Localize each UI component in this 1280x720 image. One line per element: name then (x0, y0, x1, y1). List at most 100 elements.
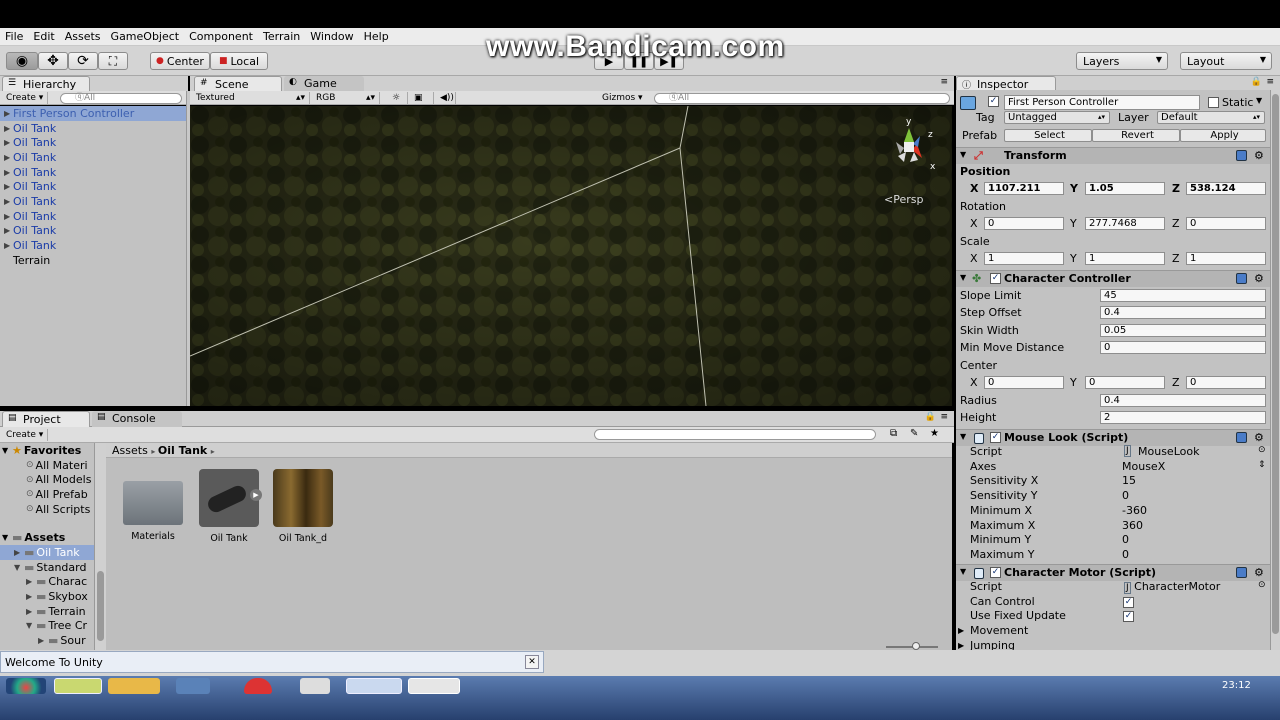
pivot-center-button[interactable]: ● Center (150, 52, 210, 70)
hierarchy-item-oil-tank[interactable]: ▶ Oil Tank (0, 135, 186, 150)
scale-z-field[interactable]: 1 (1186, 252, 1266, 265)
taskbar-app-icon[interactable] (54, 678, 102, 694)
menu-help[interactable]: Help (359, 30, 394, 43)
script-field[interactable]: J CharacterMotor (1124, 580, 1220, 594)
help-book-icon[interactable] (1236, 273, 1247, 284)
hierarchy-item-oil-tank[interactable]: ▶ Oil Tank (0, 150, 186, 165)
tab-scene[interactable]: # Scene (194, 76, 282, 92)
object-name-field[interactable]: First Person Controller (1004, 95, 1200, 110)
asset-oil-tank-texture[interactable]: Oil Tank_d (267, 469, 339, 544)
project-create-button[interactable]: Create ▾ (2, 429, 49, 441)
character-controller-enabled-checkbox[interactable]: ✓ (990, 273, 1001, 284)
menu-component[interactable]: Component (184, 30, 258, 43)
expand-arrow-icon[interactable]: ▼ (14, 563, 24, 572)
scene-search-input[interactable]: ⓠAll (654, 93, 950, 104)
character-motor-header[interactable]: ▼ ✓ Character Motor (Script) ⚙ (956, 564, 1270, 581)
prefab-apply-button[interactable]: Apply (1180, 129, 1266, 142)
expand-arrow-icon[interactable]: ▶ (4, 168, 13, 177)
tab-hierarchy[interactable]: ☰ Hierarchy (2, 76, 90, 92)
local-space-button[interactable]: ■ Local (210, 52, 268, 70)
hierarchy-item-terrain[interactable]: Terrain (0, 253, 186, 268)
image-toggle[interactable]: ▣ (410, 92, 434, 104)
hierarchy-item-first-person-controller[interactable]: ▶ First Person Controller (0, 106, 186, 121)
expand-arrow-icon[interactable]: ▶ (26, 577, 36, 586)
hierarchy-item-oil-tank[interactable]: ▶ Oil Tank (0, 165, 186, 180)
hierarchy-item-oil-tank[interactable]: ▶ Oil Tank (0, 194, 186, 209)
transform-header[interactable]: ▼ ⤢ Transform ⚙ (956, 147, 1270, 164)
component-gear-icon[interactable]: ⚙ (1254, 431, 1264, 444)
help-book-icon[interactable] (1236, 150, 1247, 161)
asset-tree-item[interactable]: ▶ ▬ Terrain (0, 604, 94, 619)
component-gear-icon[interactable]: ⚙ (1254, 566, 1264, 579)
panel-menu-icon[interactable]: ≡ (1266, 77, 1274, 87)
hierarchy-item-oil-tank[interactable]: ▶ Oil Tank (0, 179, 186, 194)
expand-arrow-icon[interactable]: ▶ (250, 489, 262, 501)
asset-tree-item[interactable]: ▶ ▬ Sour (0, 633, 94, 648)
asset-tree-item[interactable]: ▶ ▬ Skybox (0, 589, 94, 604)
object-picker-icon[interactable]: ⊙ (1258, 580, 1266, 590)
scale-x-field[interactable]: 1 (984, 252, 1064, 265)
asset-tree-item[interactable]: ▶ ▬ Oil Tank (0, 545, 94, 560)
rotation-y-field[interactable]: 277.7468 (1085, 217, 1165, 230)
skin-width-field[interactable]: 0.05 (1100, 324, 1266, 337)
position-x-field[interactable]: 1107.211 (984, 182, 1064, 195)
radius-field[interactable]: 0.4 (1100, 394, 1266, 407)
close-icon[interactable]: ✕ (525, 655, 539, 669)
welcome-window[interactable]: Welcome To Unity ✕ (0, 651, 544, 673)
favorites-item[interactable]: ⊙ All Prefab (0, 487, 94, 502)
movement-foldout[interactable]: ▶ Movement (956, 624, 1270, 639)
menu-edit[interactable]: Edit (28, 30, 59, 43)
position-z-field[interactable]: 538.124 (1186, 182, 1266, 195)
expand-arrow-icon[interactable]: ▶ (4, 138, 13, 147)
favorites-item[interactable]: ⊙ All Models (0, 472, 94, 487)
taskbar-document-icon[interactable] (300, 678, 330, 694)
perspective-label[interactable]: <Persp (884, 193, 923, 206)
lighting-toggle[interactable]: ☼ (388, 92, 408, 104)
gizmos-dropdown[interactable]: Gizmos ▾ (598, 92, 648, 104)
breadcrumb-oil-tank[interactable]: Oil Tank (158, 444, 207, 457)
hierarchy-item-oil-tank[interactable]: ▶ Oil Tank (0, 238, 186, 253)
mouse-look-header[interactable]: ▼ ✓ Mouse Look (Script) ⚙ (956, 429, 1270, 446)
tab-project[interactable]: ▤ Project (2, 411, 90, 427)
filter-label-icon[interactable]: ✎ (910, 428, 918, 439)
start-button-icon[interactable] (6, 678, 46, 694)
can-control-checkbox[interactable]: ✓ (1123, 597, 1134, 608)
folder-tree-scrollbar[interactable] (94, 443, 106, 650)
favorites-header[interactable]: ▼ ★ Favorites (0, 443, 94, 458)
favorite-star-icon[interactable]: ★ (930, 428, 939, 439)
taskbar-unity-installer-icon[interactable] (346, 678, 402, 694)
center-z-field[interactable]: 0 (1186, 376, 1266, 389)
property-value[interactable]: 360 (1122, 519, 1143, 532)
rotation-x-field[interactable]: 0 (984, 217, 1064, 230)
color-mode-dropdown[interactable]: RGB ▴▾ (312, 92, 380, 104)
rotation-z-field[interactable]: 0 (1186, 217, 1266, 230)
orientation-gizmo[interactable]: y z x (882, 117, 936, 174)
taskbar-folder-icon[interactable] (108, 678, 160, 694)
expand-arrow-icon[interactable]: ▶ (14, 548, 24, 557)
taskbar-media-icon[interactable] (176, 678, 210, 694)
center-x-field[interactable]: 0 (984, 376, 1064, 389)
step-offset-field[interactable]: 0.4 (1100, 306, 1266, 319)
component-gear-icon[interactable]: ⚙ (1254, 149, 1264, 162)
object-picker-icon[interactable]: ⊙ (1258, 445, 1266, 455)
asset-tree-item[interactable]: ▼ ▬ Tree Cr (0, 619, 94, 634)
menu-file[interactable]: File (0, 30, 28, 43)
taskbar-unity-icon[interactable] (408, 678, 460, 694)
center-y-field[interactable]: 0 (1085, 376, 1165, 389)
hierarchy-create-button[interactable]: Create ▾ (2, 92, 49, 104)
prefab-select-button[interactable]: Select (1004, 129, 1092, 142)
slope-limit-field[interactable]: 45 (1100, 289, 1266, 302)
menu-terrain[interactable]: Terrain (258, 30, 305, 43)
asset-oil-tank-model[interactable]: ▶ Oil Tank (193, 469, 265, 544)
help-book-icon[interactable] (1236, 567, 1247, 578)
expand-arrow-icon[interactable]: ▶ (4, 197, 13, 206)
render-mode-dropdown[interactable]: Textured ▴▾ (192, 92, 310, 104)
layer-dropdown[interactable]: Default ▴▾ (1157, 111, 1265, 124)
project-search-input[interactable] (594, 429, 876, 440)
expand-arrow-icon[interactable]: ▶ (26, 592, 36, 601)
move-tool-button[interactable]: ✥ (38, 52, 68, 70)
expand-arrow-icon[interactable]: ▶ (4, 241, 13, 250)
static-checkbox[interactable] (1208, 97, 1219, 108)
audio-toggle[interactable]: ◀)) (436, 92, 456, 104)
layout-dropdown[interactable]: Layout ▼ (1180, 52, 1272, 70)
